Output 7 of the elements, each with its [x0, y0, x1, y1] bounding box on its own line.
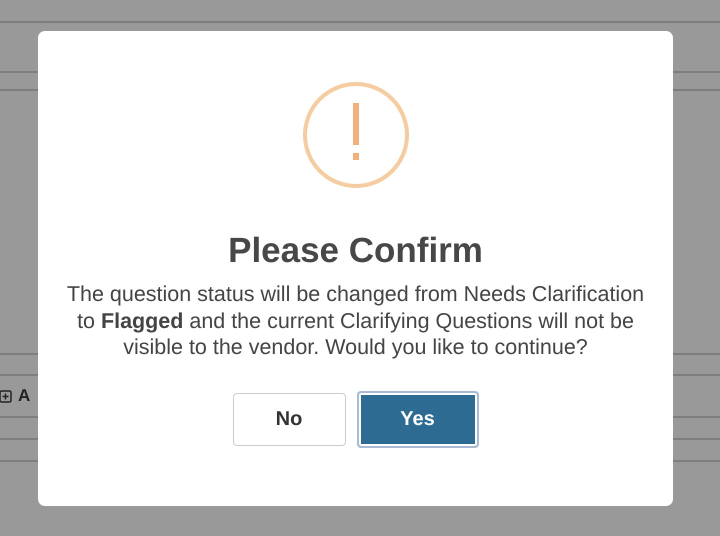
confirm-button[interactable]: Yes: [356, 390, 478, 448]
dialog-title: Please Confirm: [228, 231, 483, 271]
cancel-button[interactable]: No: [232, 392, 346, 446]
warning-icon: [302, 81, 410, 189]
add-icon[interactable]: [0, 390, 12, 402]
add-label[interactable]: A: [18, 386, 30, 406]
dialog-message: The question status will be changed from Needs Clarification to Flagged and the current Clarifying Questions will not be visible to the vendor. Would you like to continue?: [66, 281, 646, 360]
